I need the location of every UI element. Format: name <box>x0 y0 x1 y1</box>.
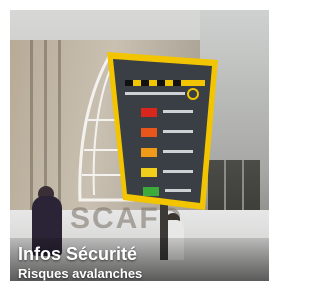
tile-subtitle: Risques avalanches <box>18 266 143 281</box>
tile-title[interactable]: Infos Sécurité <box>18 244 137 264</box>
info-tile[interactable]: SCAFD Infos Sécurité Risques avalanches <box>10 10 269 281</box>
avalanche-risk-sign-icon <box>107 52 218 210</box>
